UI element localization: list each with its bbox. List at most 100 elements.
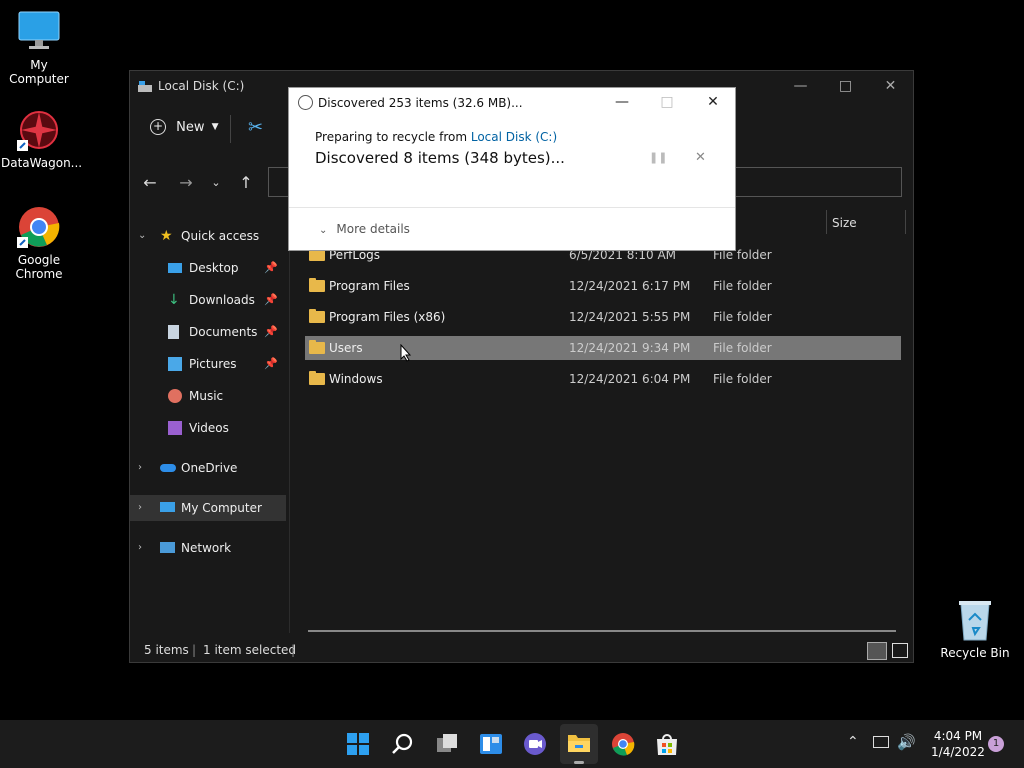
file-row[interactable]: Windows 12/24/2021 6:04 PM File folder (305, 367, 901, 391)
desktop-icon-google-chrome[interactable]: Google Chrome (1, 205, 77, 281)
sidebar-item-quick-access[interactable]: ⌄ ★ Quick access (130, 223, 286, 249)
details-view-icon[interactable] (867, 642, 887, 660)
pin-icon[interactable]: 📌 (264, 255, 278, 281)
monitor-icon (17, 10, 61, 54)
monitor-icon (160, 502, 175, 512)
chrome-icon (17, 205, 61, 249)
sidebar-item-label: Pictures (189, 357, 237, 371)
pause-button[interactable]: ❚❚ (649, 151, 667, 164)
desktop-icon-label: Recycle Bin (940, 646, 1010, 660)
download-icon: ↓ (168, 292, 180, 308)
file-date: 12/24/2021 9:34 PM (569, 341, 691, 355)
dialog-close-button[interactable]: ✕ (691, 88, 735, 116)
volume-icon[interactable]: 🔊 (897, 733, 916, 751)
chevron-right-icon: › (138, 462, 142, 473)
preparing-prefix: Preparing to recycle from (315, 130, 471, 144)
search-icon[interactable] (391, 732, 415, 756)
column-header-size[interactable]: Size (832, 210, 857, 236)
file-date: 12/24/2021 6:17 PM (569, 279, 691, 293)
chevron-right-icon: › (138, 542, 142, 553)
sidebar-item-label: Downloads (189, 293, 255, 307)
maximize-button[interactable]: □ (823, 71, 868, 101)
sidebar-item-onedrive[interactable]: › OneDrive (130, 455, 286, 481)
sidebar-item-desktop[interactable]: Desktop 📌 (130, 255, 286, 281)
desktop-icon-my-computer[interactable]: My Computer (1, 10, 77, 86)
up-arrow-icon[interactable]: ↑ (234, 171, 258, 195)
more-details-toggle[interactable]: ⌄ More details (319, 222, 410, 236)
sidebar-item-my-computer[interactable]: › My Computer (130, 495, 286, 521)
network-status-icon[interactable] (873, 736, 889, 748)
close-button[interactable]: ✕ (868, 71, 913, 101)
recycle-progress-dialog: Discovered 253 items (32.6 MB)... — □ ✕ … (288, 87, 736, 251)
recent-locations-chevron-icon[interactable]: ⌄ (204, 171, 228, 195)
horizontal-scrollbar[interactable] (308, 630, 896, 632)
desktop-icon-datawagon[interactable]: DataWagon... (1, 108, 83, 170)
dialog-title: Discovered 253 items (32.6 MB)... (318, 96, 523, 110)
document-icon (168, 325, 179, 339)
new-button[interactable]: + New ▼ (150, 119, 219, 139)
forward-arrow-icon[interactable]: → (174, 171, 198, 195)
folder-icon (309, 340, 325, 354)
selection-count: 1 item selected (203, 643, 297, 657)
file-date: 12/24/2021 6:04 PM (569, 372, 691, 386)
large-icons-view-icon[interactable] (892, 643, 908, 658)
sidebar-item-network[interactable]: › Network (130, 535, 286, 561)
column-divider[interactable] (905, 210, 906, 234)
file-row[interactable]: Program Files (x86) 12/24/2021 5:55 PM F… (305, 305, 901, 329)
folder-icon (568, 735, 590, 752)
cancel-button[interactable]: ✕ (695, 150, 706, 165)
widgets-icon[interactable] (479, 732, 503, 756)
dialog-maximize-button[interactable]: □ (645, 88, 689, 116)
file-name: Windows (329, 372, 383, 386)
videos-icon (168, 421, 182, 435)
cut-icon[interactable]: ✂ (248, 117, 263, 138)
pin-icon[interactable]: 📌 (264, 319, 278, 345)
sidebar-item-label: Desktop (189, 261, 239, 275)
source-location-link[interactable]: Local Disk (C:) (471, 130, 557, 144)
chevron-down-icon: ⌄ (319, 225, 328, 236)
sidebar-item-downloads[interactable]: ↓ Downloads 📌 (130, 287, 286, 313)
desktop-icon-label: My Computer (9, 58, 69, 86)
file-name: Users (329, 341, 363, 355)
sidebar-item-label: Videos (189, 421, 229, 435)
chrome-icon[interactable] (611, 732, 635, 756)
file-name: Program Files (x86) (329, 310, 446, 324)
status-separator: | (192, 643, 197, 657)
status-separator: | (291, 643, 296, 657)
minimize-button[interactable]: — (778, 71, 823, 101)
folder-icon (309, 309, 325, 323)
window-title: Local Disk (C:) (158, 79, 245, 93)
sidebar-item-videos[interactable]: Videos (130, 415, 286, 441)
pin-icon[interactable]: 📌 (264, 351, 278, 377)
drive-icon (138, 78, 152, 92)
desktop-icon-label: DataWagon... (1, 156, 83, 170)
clock-icon (298, 95, 313, 110)
file-date: 12/24/2021 5:55 PM (569, 310, 691, 324)
clock[interactable]: 4:04 PM 1/4/2022 (926, 728, 990, 760)
running-indicator (574, 761, 584, 764)
sidebar-item-label: Documents (189, 325, 258, 339)
column-divider[interactable] (826, 210, 827, 234)
windows-start-icon[interactable] (346, 732, 370, 756)
notification-badge[interactable]: 1 (988, 736, 1004, 752)
show-hidden-icons-chevron-icon[interactable]: ⌃ (847, 734, 859, 750)
pin-icon[interactable]: 📌 (264, 287, 278, 313)
microsoft-store-icon[interactable] (655, 732, 679, 756)
time-text: 4:04 PM (933, 729, 983, 743)
sidebar-item-documents[interactable]: Documents 📌 (130, 319, 286, 345)
file-explorer-taskbar-button[interactable] (560, 724, 598, 764)
cloud-icon (160, 464, 176, 472)
status-bar: 5 items | 1 item selected | (130, 638, 913, 662)
recycle-bin-icon (953, 598, 997, 642)
dialog-minimize-button[interactable]: — (600, 88, 644, 116)
pictures-icon (168, 357, 182, 371)
desktop-icon-recycle-bin[interactable]: Recycle Bin (937, 598, 1013, 660)
file-row[interactable]: Program Files 12/24/2021 6:17 PM File fo… (305, 274, 901, 298)
sidebar-item-pictures[interactable]: Pictures 📌 (130, 351, 286, 377)
chat-icon[interactable] (523, 732, 547, 756)
back-arrow-icon[interactable]: ← (138, 171, 162, 195)
file-type: File folder (713, 279, 772, 293)
task-view-icon[interactable] (435, 732, 459, 756)
sidebar-item-music[interactable]: Music (130, 383, 286, 409)
file-row-selected[interactable]: Users 12/24/2021 9:34 PM File folder (305, 336, 901, 360)
